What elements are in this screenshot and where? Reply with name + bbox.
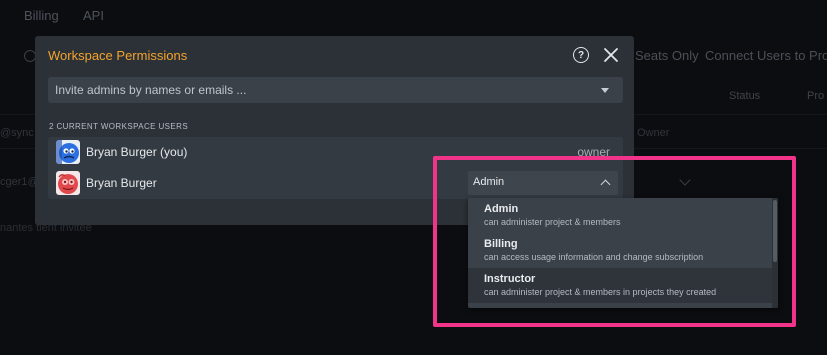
role-dropdown-menu: Admin can administer project & members B…	[468, 198, 778, 308]
nav-billing[interactable]: Billing	[24, 8, 59, 23]
role-option-instructor[interactable]: Instructor can administer project & memb…	[468, 268, 772, 303]
background-row-role: Owner	[637, 127, 670, 139]
connect-users-button[interactable]: Connect Users to Pro	[705, 48, 827, 63]
role-option-description: can administer project & members in proj…	[484, 287, 717, 297]
user-name: Bryan Burger (you)	[86, 145, 188, 159]
close-icon[interactable]	[602, 46, 620, 64]
role-option-admin[interactable]: Admin can administer project & members	[468, 198, 772, 233]
nav-api[interactable]: API	[83, 8, 104, 23]
role-option-description: can administer project & members	[484, 217, 621, 227]
help-icon[interactable]: ?	[573, 47, 589, 63]
background-row-email: @sync	[0, 127, 34, 139]
column-pro: Pro	[807, 90, 825, 102]
invite-admins-input[interactable]: Invite admins by names or emails ...	[48, 77, 623, 103]
caret-down-icon[interactable]	[601, 88, 609, 93]
role-select-value: Admin	[473, 176, 505, 188]
workspace-permissions-modal: Workspace Permissions ? Invite admins by…	[35, 36, 634, 225]
user-row: Bryan Burger Admin	[48, 168, 623, 199]
role-select[interactable]: Admin	[468, 171, 618, 195]
seats-only-toggle[interactable]: Seats Only	[635, 48, 699, 63]
invite-placeholder: Invite admins by names or emails ...	[55, 83, 247, 97]
role-option-title: Billing	[484, 238, 518, 250]
background-nav: Billing API	[0, 0, 827, 30]
background-row-email: cger1@	[0, 176, 39, 188]
role-option-description: can access usage information and change …	[484, 252, 704, 262]
user-role: owner	[577, 145, 610, 159]
user-row: Bryan Burger (you) owner	[48, 137, 623, 168]
chevron-down-icon	[679, 174, 691, 186]
menu-scrollbar-thumb[interactable]	[773, 200, 777, 262]
role-option-title: Instructor	[484, 273, 536, 285]
avatar	[56, 171, 80, 195]
chevron-up-icon	[600, 179, 611, 190]
role-option-title: Admin	[484, 203, 519, 215]
role-option-billing[interactable]: Billing can access usage information and…	[468, 233, 772, 268]
modal-title: Workspace Permissions	[48, 48, 188, 63]
user-name: Bryan Burger	[86, 176, 157, 190]
menu-scrollbar[interactable]	[772, 198, 778, 308]
current-users-label: 2 CURRENT WORKSPACE USERS	[49, 122, 189, 131]
avatar	[56, 140, 80, 164]
column-status: Status	[729, 90, 761, 102]
